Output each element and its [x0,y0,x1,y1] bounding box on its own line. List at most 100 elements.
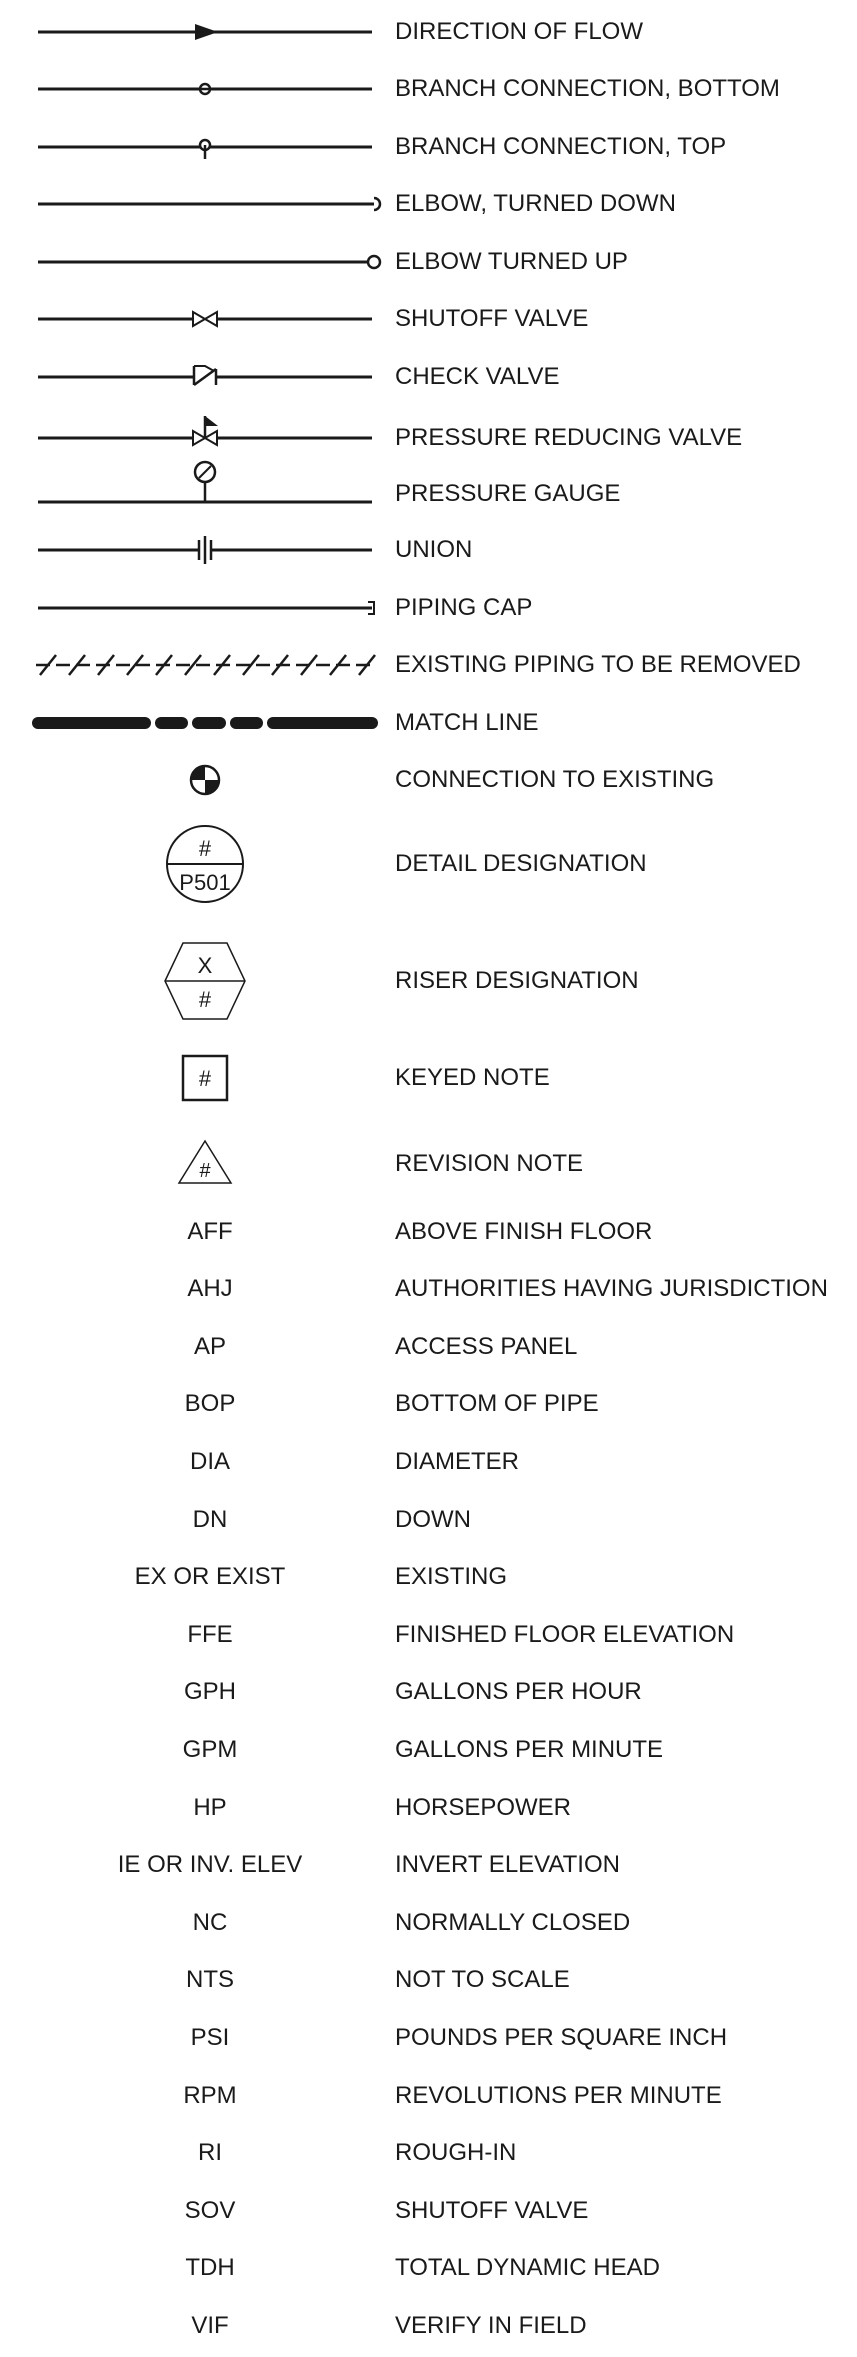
abbreviation-meaning: ROUGH-IN [395,2139,517,2166]
abbreviation-meaning: BOTTOM OF PIPE [395,1390,599,1417]
abbreviation-row: DN DOWN [0,1506,857,1538]
abbreviation-meaning: REVOLUTIONS PER MINUTE [395,2082,722,2109]
abbreviation-row: AP ACCESS PANEL [0,1333,857,1365]
abbreviation-row: IE OR INV. ELEV INVERT ELEVATION [0,1851,857,1883]
abbreviation-row: EX OR EXIST EXISTING [0,1563,857,1595]
abbreviation-row: RI ROUGH-IN [0,2139,857,2171]
abbreviation: GPM [182,1736,238,1763]
abbreviation: HP [193,1794,227,1821]
abbreviation-row: SOV SHUTOFF VALVE [0,2197,857,2229]
abbreviation-row: TDH TOTAL DYNAMIC HEAD [0,2254,857,2286]
legend-label: CHECK VALVE [395,363,560,390]
abbreviation-row: RPM REVOLUTIONS PER MINUTE [0,2082,857,2114]
abbreviation-meaning: POUNDS PER SQUARE INCH [395,2024,728,2051]
symbol-legend-sheet: DIRECTION OF FLOW BRANCH CONNECTION, BOT… [0,0,857,2357]
abbreviation-row: PSI POUNDS PER SQUARE INCH [0,2024,857,2056]
abbreviation-row: FFE FINISHED FLOOR ELEVATION [0,1621,857,1653]
abbreviation-meaning: FINISHED FLOOR ELEVATION [395,1621,735,1648]
legend-row-shutoff-valve: SHUTOFF VALVE [0,299,857,339]
abbreviation: DIA [189,1448,230,1475]
abbreviation-meaning: ABOVE FINISH FLOOR [395,1218,653,1245]
abbreviation: AHJ [187,1275,233,1302]
riser-designation-bottom-text: # [199,987,212,1012]
abbreviation: RPM [183,2082,237,2109]
legend-label: RISER DESIGNATION [395,967,639,994]
legend-row-direction-of-flow: DIRECTION OF FLOW [0,12,857,52]
legend-label: ELBOW, TURNED DOWN [395,190,676,217]
revision-note-text: # [199,1160,211,1182]
legend-row-connection-to-existing: CONNECTION TO EXISTING [0,760,857,800]
legend-row-match-line: MATCH LINE [0,703,857,743]
legend-label: REVISION NOTE [395,1150,584,1177]
abbreviation-meaning: NORMALLY CLOSED [395,1909,631,1936]
abbreviation-meaning: AUTHORITIES HAVING JURISDICTION [395,1275,828,1302]
abbreviation-meaning: VERIFY IN FIELD [395,2312,587,2339]
abbreviation-meaning: HORSEPOWER [395,1794,572,1821]
detail-designation-top-text: # [199,836,212,861]
legend-label: PRESSURE REDUCING VALVE [395,424,743,451]
abbreviation-row: NTS NOT TO SCALE [0,1966,857,1998]
legend-row-check-valve: CHECK VALVE [0,357,857,397]
abbreviation-meaning: INVERT ELEVATION [395,1851,620,1878]
abbreviation-row: HP HORSEPOWER [0,1794,857,1826]
legend-row-piping-cap: PIPING CAP [0,588,857,628]
abbreviation-row: AFF ABOVE FINISH FLOOR [0,1218,857,1250]
legend-label: KEYED NOTE [395,1064,550,1091]
legend-label: PIPING CAP [395,594,533,621]
legend-label: UNION [395,536,473,563]
legend-label: DETAIL DESIGNATION [395,850,647,877]
abbreviation: RI [198,2139,222,2166]
abbreviation-meaning: GALLONS PER MINUTE [395,1736,664,1763]
abbreviation: BOP [184,1390,236,1417]
abbreviation-meaning: GALLONS PER HOUR [395,1678,642,1705]
legend-label: BRANCH CONNECTION, TOP [395,133,727,160]
abbreviation: IE OR INV. ELEV [117,1851,303,1878]
legend-row-pressure-reducing-valve: PRESSURE REDUCING VALVE [0,410,857,458]
abbreviation: VIF [191,2312,229,2339]
legend-row-elbow-turned-up: ELBOW TURNED UP [0,242,857,282]
abbreviation: NTS [186,1966,234,1993]
keyed-note-text: # [199,1066,212,1091]
abbreviation-meaning: DOWN [395,1506,471,1533]
abbreviation-row: DIA DIAMETER [0,1448,857,1480]
abbreviation-row: NC NORMALLY CLOSED [0,1909,857,1941]
legend-label: CONNECTION TO EXISTING [395,766,715,793]
abbreviation-meaning: ACCESS PANEL [395,1333,578,1360]
abbreviation-row: GPM GALLONS PER MINUTE [0,1736,857,1768]
abbreviation-row: AHJ AUTHORITIES HAVING JURISDICTION [0,1275,857,1307]
abbreviation-meaning: NOT TO SCALE [395,1966,570,1993]
abbreviation-row: GPH GALLONS PER HOUR [0,1678,857,1710]
legend-row-union: UNION [0,530,857,570]
legend-label: DIRECTION OF FLOW [395,18,643,45]
legend-label: ELBOW TURNED UP [395,248,628,275]
legend-row-branch-connection-top: BRANCH CONNECTION, TOP [0,127,857,167]
abbreviation: PSI [190,2024,230,2051]
abbreviation: SOV [184,2197,236,2224]
legend-label: BRANCH CONNECTION, BOTTOM [395,75,780,102]
legend-row-existing-piping-to-be-removed: EXISTING PIPING TO BE REMOVED [0,645,857,685]
abbreviation: TDH [185,2254,235,2281]
legend-row-keyed-note: # KEYED NOTE [0,1050,857,1106]
legend-label: SHUTOFF VALVE [395,305,589,332]
legend-label: PRESSURE GAUGE [395,480,621,507]
abbreviation-meaning: TOTAL DYNAMIC HEAD [395,2254,660,2281]
abbreviation: NC [192,1909,228,1936]
legend-label: MATCH LINE [395,709,539,736]
abbreviation-row: BOP BOTTOM OF PIPE [0,1390,857,1422]
abbreviation: DN [192,1506,228,1533]
legend-row-elbow-turned-down: ELBOW, TURNED DOWN [0,184,857,224]
abbreviation-meaning: EXISTING [395,1563,508,1590]
legend-row-pressure-gauge: PRESSURE GAUGE [0,454,857,510]
abbreviation-meaning: SHUTOFF VALVE [395,2197,589,2224]
legend-row-riser-designation: X # RISER DESIGNATION [0,939,857,1023]
legend-row-branch-connection-bottom: BRANCH CONNECTION, BOTTOM [0,69,857,109]
abbreviation-row: VIF VERIFY IN FIELD [0,2312,857,2344]
abbreviation-meaning: DIAMETER [395,1448,520,1475]
detail-designation-bottom-text: P501 [179,870,230,895]
abbreviation: FFE [187,1621,233,1648]
legend-label: EXISTING PIPING TO BE REMOVED [395,651,801,678]
abbreviation: AP [193,1333,226,1360]
abbreviation: AFF [187,1218,233,1245]
riser-designation-top-text: X [198,953,213,978]
abbreviation: EX OR EXIST [134,1563,286,1590]
